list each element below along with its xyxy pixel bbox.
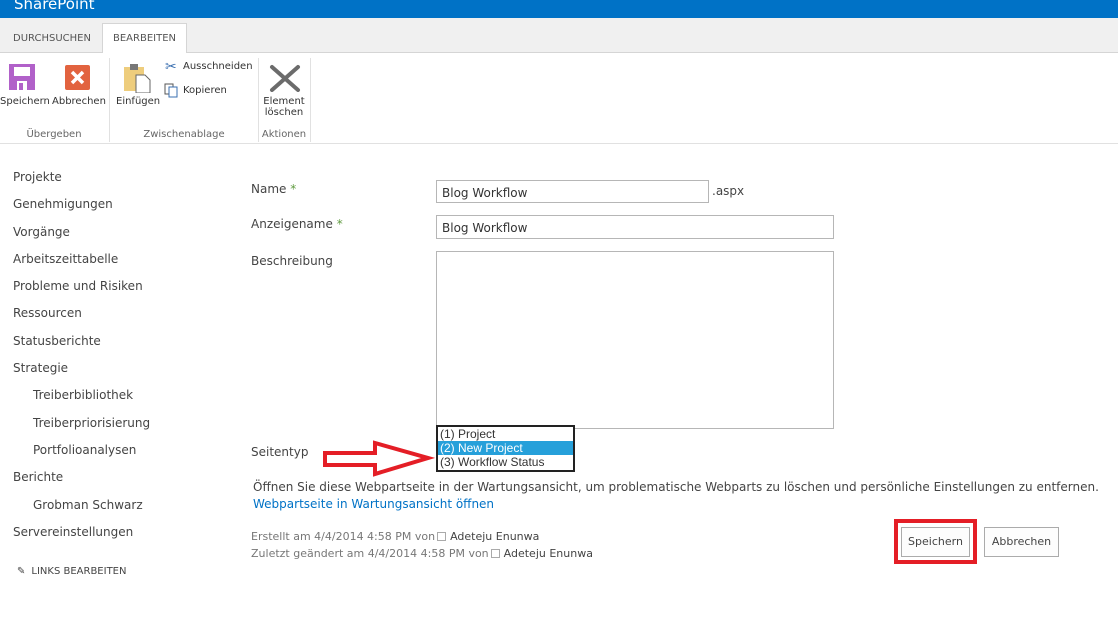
description-label: Beschreibung <box>251 254 333 268</box>
ribbon-bottom-border <box>0 143 1118 144</box>
pagetype-option[interactable]: (3) Workflow Status <box>438 455 573 469</box>
display-name-label: Anzeigename * <box>251 217 343 231</box>
nav-vorgaenge[interactable]: Vorgänge <box>13 225 70 239</box>
delete-icon <box>270 65 300 92</box>
created-info: Erstellt am 4/4/2014 4:58 PM von Adeteju … <box>251 530 540 543</box>
modified-by-link[interactable]: Adeteju Enunwa <box>504 547 593 560</box>
app-title: SharePoint <box>14 0 95 13</box>
group-label-zwischenablage: Zwischenablage <box>143 129 225 140</box>
red-arrow-annotation <box>323 440 435 477</box>
pagetype-option[interactable]: (1) Project <box>438 427 573 441</box>
aspx-suffix: .aspx <box>712 184 745 198</box>
group-label-aktionen: Aktionen <box>261 129 307 140</box>
maintenance-text: Öffnen Sie diese Webpartseite in der War… <box>253 480 1099 494</box>
group-label-uebergeben: Übergeben <box>26 129 82 140</box>
nav-genehmigungen[interactable]: Genehmigungen <box>13 197 113 211</box>
copy-icon <box>164 83 178 98</box>
nav-portfolioanalysen[interactable]: Portfolioanalysen <box>33 443 136 457</box>
pagetype-label: Seitentyp <box>251 445 309 459</box>
pagetype-listbox[interactable]: (1) Project (2) New Project (3) Workflow… <box>436 425 575 472</box>
suite-bar: SharePoint <box>0 0 1118 18</box>
tab-durchsuchen[interactable]: DURCHSUCHEN <box>3 24 101 54</box>
maintenance-link[interactable]: Webpartseite in Wartungsansicht öffnen <box>253 497 494 511</box>
name-label: Name * <box>251 182 297 196</box>
paste-icon <box>124 64 151 93</box>
created-by-link[interactable]: Adeteju Enunwa <box>450 530 539 543</box>
nav-statusberichte[interactable]: Statusberichte <box>13 334 101 348</box>
divider <box>310 58 311 142</box>
nav-grobman-schwarz[interactable]: Grobman Schwarz <box>33 498 143 512</box>
name-input[interactable]: Blog Workflow <box>436 180 709 203</box>
cancel-icon <box>65 65 90 90</box>
nav-probleme[interactable]: Probleme und Risiken <box>13 279 143 293</box>
save-button[interactable]: Speichern <box>901 527 970 557</box>
nav-projekte[interactable]: Projekte <box>13 170 62 184</box>
nav-ressourcen[interactable]: Ressourcen <box>13 306 82 320</box>
modified-info: Zuletzt geändert am 4/4/2014 4:58 PM von… <box>251 547 593 560</box>
tab-bearbeiten[interactable]: BEARBEITEN <box>102 23 188 53</box>
nav-treiberpriorisierung[interactable]: Treiberpriorisierung <box>33 416 150 430</box>
presence-icon <box>437 532 447 541</box>
pagetype-option-selected[interactable]: (2) New Project <box>438 441 573 455</box>
delete-label-1: Element <box>263 96 305 107</box>
edit-links-label: LINKS BEARBEITEN <box>31 566 127 577</box>
display-name-input[interactable]: Blog Workflow <box>436 215 834 239</box>
presence-icon <box>490 549 500 558</box>
description-textarea[interactable] <box>436 251 834 429</box>
nav-arbeitszeittabelle[interactable]: Arbeitszeittabelle <box>13 252 118 266</box>
pencil-icon: ✎ <box>17 566 26 577</box>
cancel-button[interactable]: Abbrechen <box>984 527 1059 557</box>
nav-servereinstellungen[interactable]: Servereinstellungen <box>13 525 133 539</box>
delete-label-2: löschen <box>264 107 304 118</box>
nav-treiberbibliothek[interactable]: Treiberbibliothek <box>33 388 133 402</box>
nav-strategie[interactable]: Strategie <box>13 361 68 375</box>
ribbon-tabs: DURCHSUCHEN BEARBEITEN <box>0 18 1118 53</box>
edit-links-button[interactable]: ✎ LINKS BEARBEITEN <box>17 566 126 577</box>
cut-icon: ✂ <box>165 59 177 75</box>
save-icon <box>9 64 35 90</box>
nav-berichte[interactable]: Berichte <box>13 470 63 484</box>
